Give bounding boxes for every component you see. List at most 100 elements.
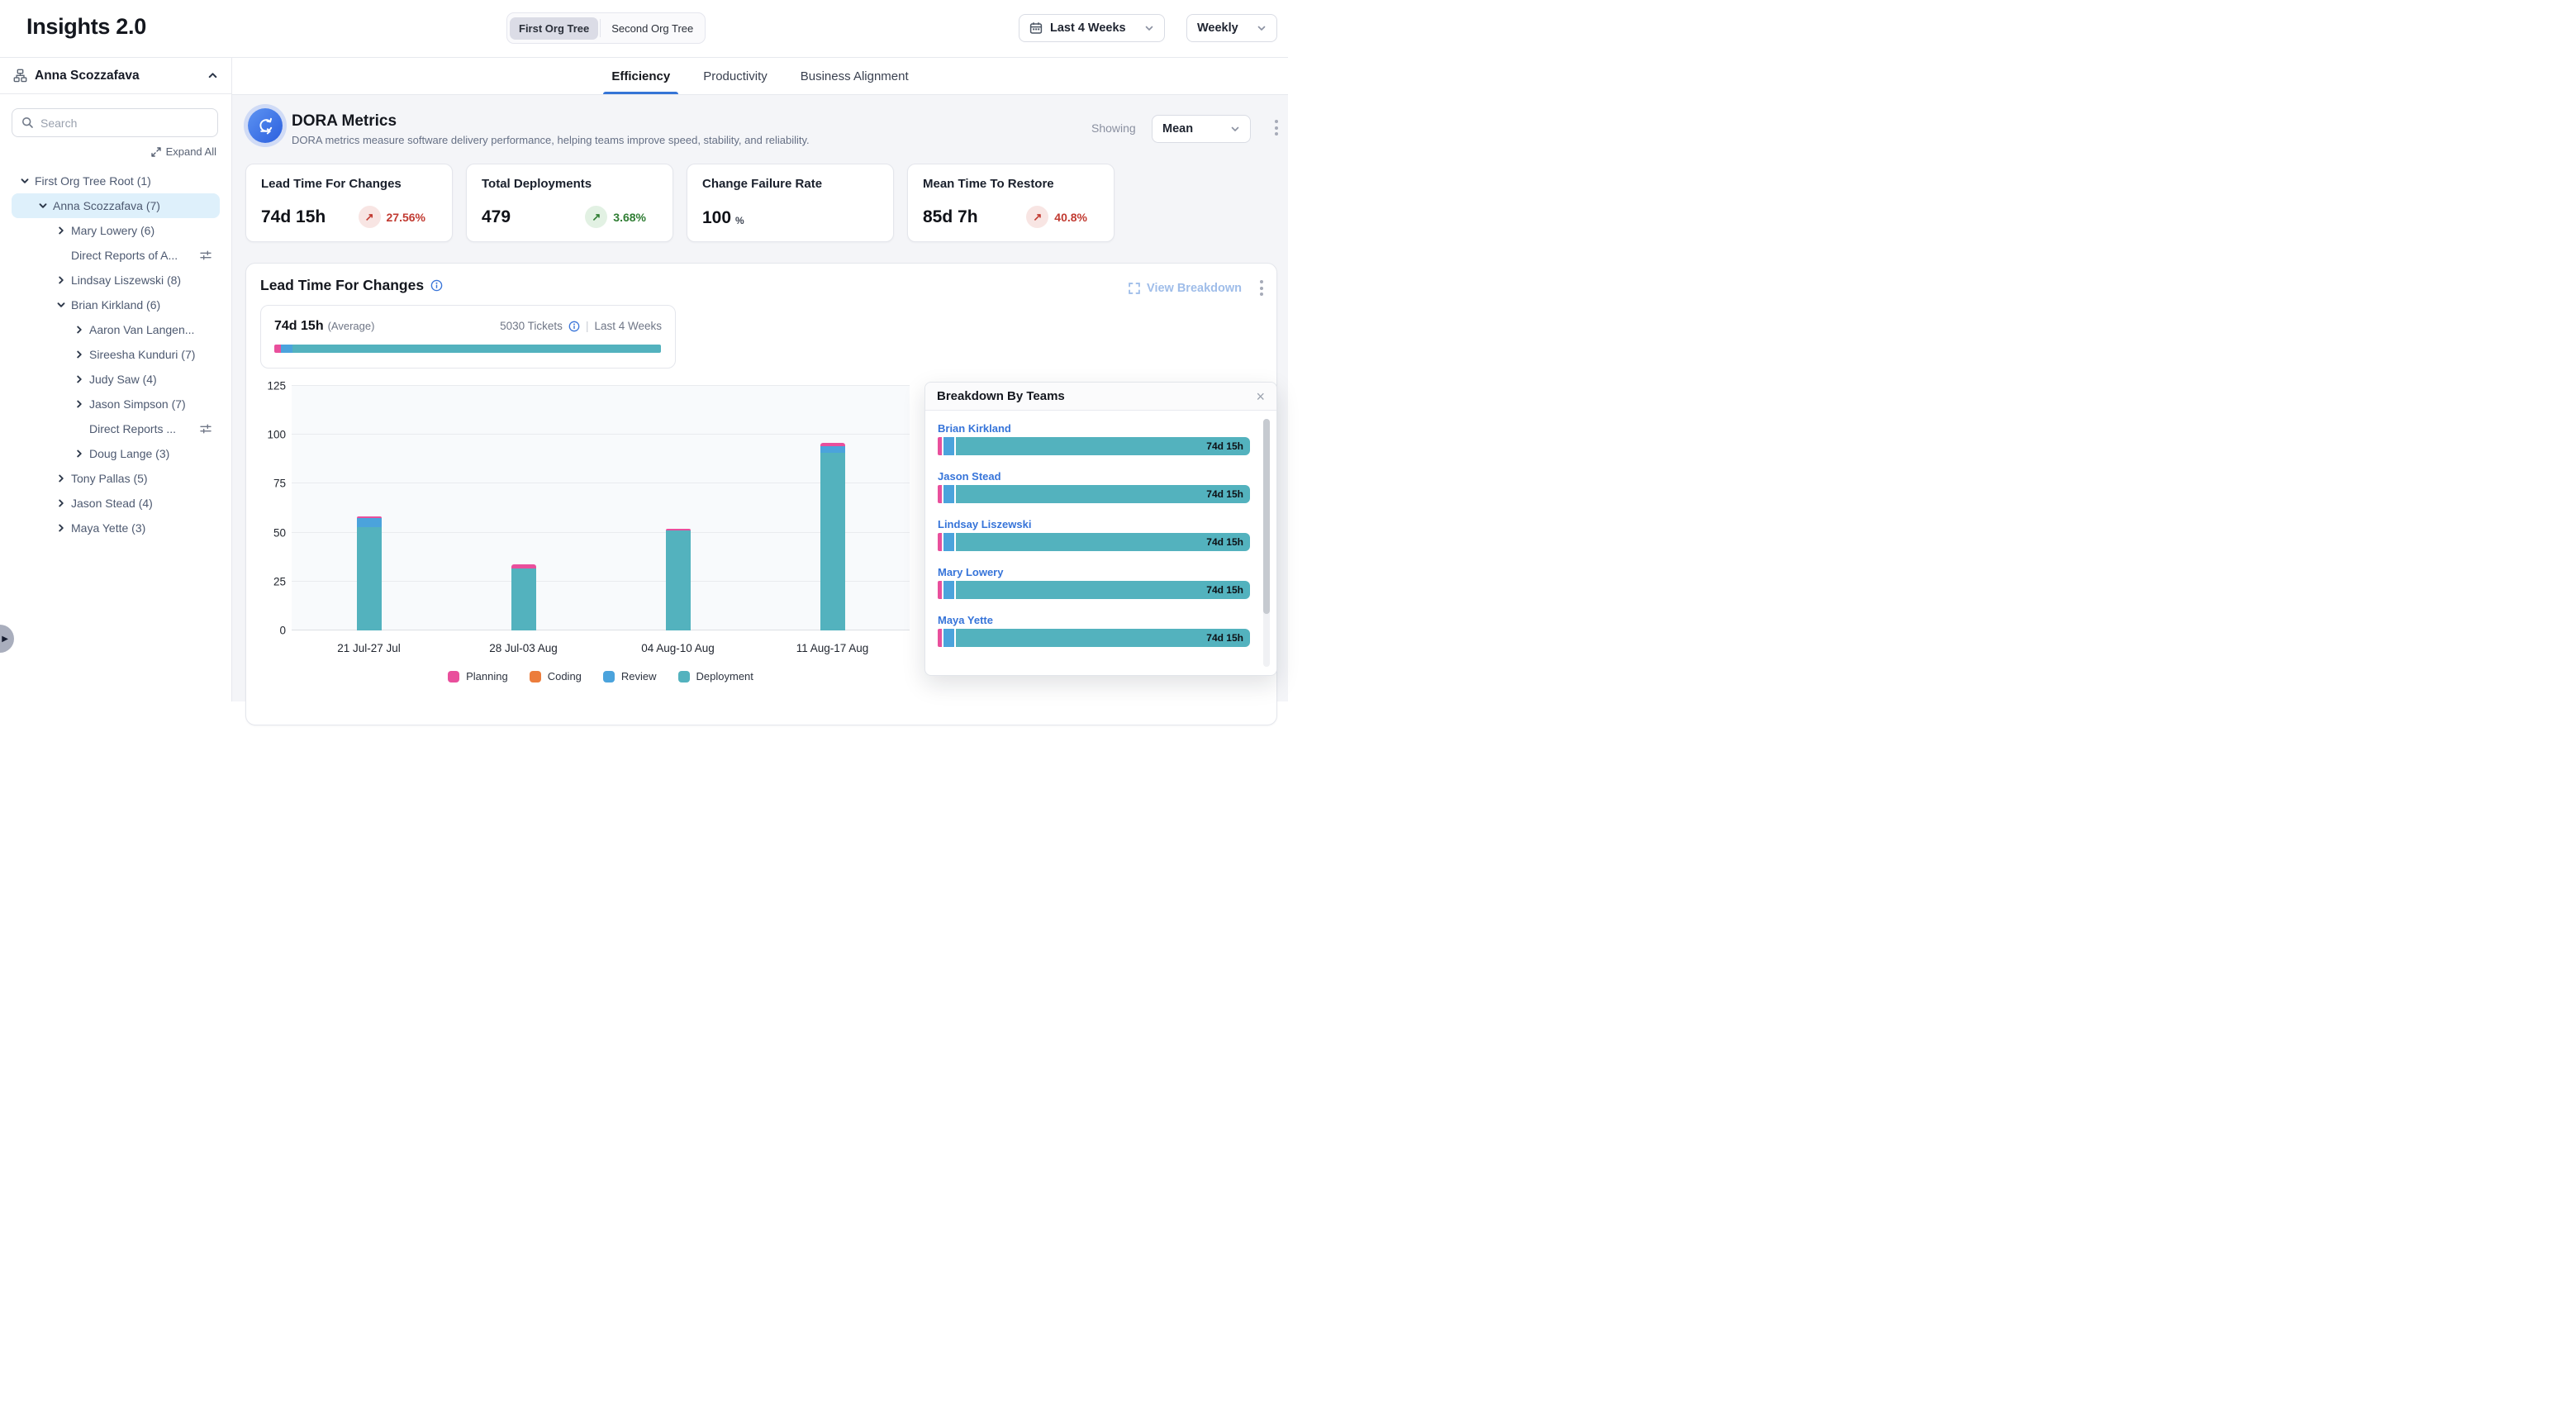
chevron-right-icon[interactable] [56,226,71,235]
bar-segment-deployment [511,568,536,630]
chevron-right-icon[interactable] [74,325,89,335]
team-link-brian-kirkland[interactable]: Brian Kirkland [938,422,1011,435]
tab-label: Business Alignment [801,69,909,83]
tree-item-sireesha-kunduri-7[interactable]: Sireesha Kunduri (7) [12,342,220,367]
tab-label: Efficiency [611,69,670,83]
tree-item-doug-lange-3[interactable]: Doug Lange (3) [12,441,220,466]
trend-percent: 40.8% [1054,211,1087,224]
lead-time-title: Lead Time For Changes [260,277,424,294]
date-range-value: Last 4 Weeks [1050,21,1126,35]
legend-swatch-deployment [678,671,690,682]
tree-item-tony-pallas-5[interactable]: Tony Pallas (5) [12,466,220,491]
kebab-menu-icon[interactable] [1275,120,1278,136]
tree-item-label: Doug Lange (3) [89,447,169,460]
search-box[interactable] [12,108,218,137]
active-tab-underline [603,92,678,95]
tree-item-label: Mary Lowery (6) [71,224,154,237]
tree-item-lindsay-liszewski-8[interactable]: Lindsay Liszewski (8) [12,268,220,292]
team-bar-review-segment [943,485,954,503]
chevron-down-icon[interactable] [20,176,35,186]
team-link-jason-stead[interactable]: Jason Stead [938,470,1001,483]
showing-dropdown[interactable]: Mean [1152,115,1251,143]
legend-item-deployment: Deployment [678,670,753,682]
team-bar-planning-segment [938,485,942,503]
tree-item-direct-reports[interactable]: Direct Reports ... [12,416,220,441]
scrollbar-thumb[interactable] [1263,419,1270,614]
date-range-dropdown[interactable]: Last 4 Weeks [1019,14,1165,42]
org-toggle-option-1[interactable]: First Org Tree [510,17,598,40]
trend-badge: ↗3.68% [585,206,646,228]
chevron-right-icon[interactable] [74,374,89,384]
tab-productivity[interactable]: Productivity [701,58,769,94]
legend-item-coding: Coding [530,670,582,682]
metric-card-mean-time-to-restore: Mean Time To Restore 85d 7h↗40.8% [907,164,1115,242]
chevron-right-icon[interactable] [56,275,71,285]
bar-segment-deployment [357,527,382,631]
top-bar: Insights 2.0 First Org TreeSecond Org Tr… [0,0,1288,58]
gridline-25 [292,581,910,582]
view-breakdown-button[interactable]: View Breakdown [1129,282,1242,295]
dora-section-title: DORA Metrics [292,112,397,131]
team-bar-value: 74d 15h [1206,488,1243,500]
metric-card-value-row: 100% [702,208,878,228]
legend-label: Planning [466,670,508,682]
org-tree-toggle[interactable]: First Org TreeSecond Org Tree [506,12,706,44]
tree-item-direct-reports-of-a[interactable]: Direct Reports of A... [12,243,220,268]
chevron-down-icon[interactable] [38,201,53,211]
org-tree-icon [13,69,27,83]
chevron-right-icon[interactable] [74,399,89,409]
chevron-right-icon[interactable] [74,350,89,359]
tree-item-mary-lowery-6[interactable]: Mary Lowery (6) [12,218,220,243]
metric-card-title: Lead Time For Changes [261,177,437,191]
x-tick-label: 11 Aug-17 Aug [796,642,869,654]
gridline-100 [292,434,910,435]
search-input[interactable] [40,117,208,130]
chevron-right-icon[interactable] [74,449,89,459]
chevron-right-icon[interactable] [56,523,71,533]
tab-business-alignment[interactable]: Business Alignment [799,58,910,94]
expand-all-button[interactable]: Expand All [151,145,216,158]
tree-item-maya-yette-3[interactable]: Maya Yette (3) [12,516,220,540]
team-link-maya-yette[interactable]: Maya Yette [938,614,993,626]
team-bar-maya-yette: 74d 15h [938,629,1250,647]
chevron-right-icon[interactable] [56,473,71,483]
org-toggle-option-2[interactable]: Second Org Tree [602,17,702,40]
filter-sliders-icon[interactable] [200,250,220,261]
tree-item-judy-saw-4[interactable]: Judy Saw (4) [12,367,220,392]
metric-card-title: Change Failure Rate [702,177,878,191]
tree-item-label: Anna Scozzafava (7) [53,199,160,212]
filter-sliders-icon[interactable] [200,423,220,435]
legend-swatch-planning [448,671,459,682]
tree-item-jason-stead-4[interactable]: Jason Stead (4) [12,491,220,516]
dora-metrics-icon [248,108,283,143]
metric-card-value-row: 479↗3.68% [482,206,658,228]
period-label: Last 4 Weeks [594,320,662,332]
tree-item-label: Brian Kirkland (6) [71,298,160,312]
tree-item-first-org-tree-root-1[interactable]: First Org Tree Root (1) [12,169,220,193]
info-icon[interactable] [568,321,580,332]
tree-item-anna-scozzafava-7[interactable]: Anna Scozzafava (7) [12,193,220,218]
tab-efficiency[interactable]: Efficiency [610,58,672,94]
chevron-right-icon[interactable] [56,498,71,508]
metric-card-value-row: 85d 7h↗40.8% [923,206,1099,228]
chevron-down-icon[interactable] [56,300,71,310]
x-tick-label: 28 Jul-03 Aug [489,642,558,654]
legend-label: Review [621,670,657,682]
tree-item-jason-simpson-7[interactable]: Jason Simpson (7) [12,392,220,416]
team-link-mary-lowery[interactable]: Mary Lowery [938,566,1003,578]
org-tree: First Org Tree Root (1) Anna Scozzafava (… [0,169,231,540]
close-icon[interactable]: × [1256,389,1265,404]
team-link-lindsay-liszewski[interactable]: Lindsay Liszewski [938,518,1031,530]
info-icon[interactable] [430,279,443,292]
chevron-up-icon[interactable] [207,70,218,81]
trend-up-icon: ↗ [359,206,381,228]
y-tick-label: 50 [273,526,286,539]
x-tick-label: 21 Jul-27 Jul [337,642,401,654]
granularity-dropdown[interactable]: Weekly [1186,14,1277,42]
kebab-menu-icon[interactable] [1260,280,1263,296]
tree-item-brian-kirkland-6[interactable]: Brian Kirkland (6) [12,292,220,317]
sidebar-header[interactable]: Anna Scozzafava [0,58,231,94]
tree-item-aaron-van-langen[interactable]: Aaron Van Langen... [12,317,220,342]
metric-card-total-deployments: Total Deployments479↗3.68% [466,164,673,242]
metric-card-title: Mean Time To Restore [923,177,1099,191]
